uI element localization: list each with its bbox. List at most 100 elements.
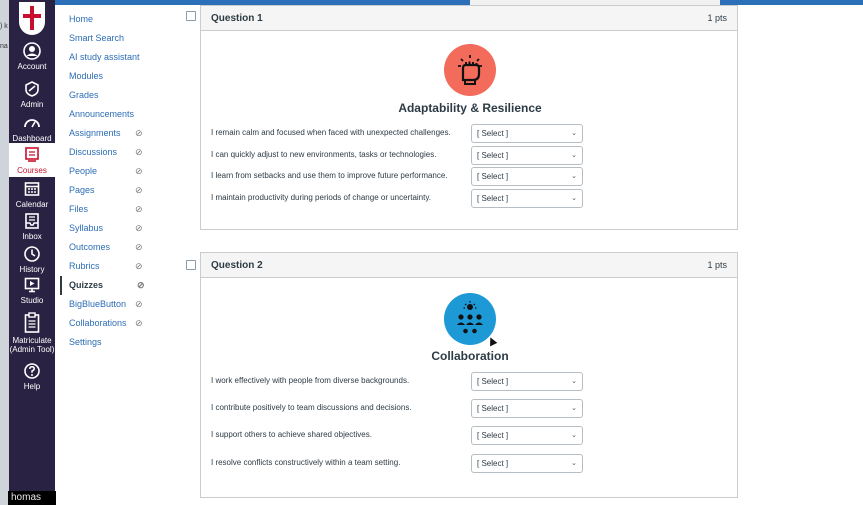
hidden-eye-icon: ⊘ (135, 223, 143, 233)
hidden-eye-icon: ⊘ (135, 147, 143, 157)
course-nav-label: Smart Search (69, 33, 125, 43)
course-nav-bigbluebutton[interactable]: BigBlueButton ⊘ (60, 295, 170, 314)
studio-icon (24, 277, 40, 293)
global-nav-matriculate[interactable]: Matriculate (Admin Tool) (9, 312, 55, 354)
global-nav-help[interactable]: Help (9, 362, 55, 391)
hidden-eye-icon: ⊘ (135, 166, 143, 176)
answer-select[interactable]: [ Select ] ⌄ (471, 189, 583, 208)
select-value: [ Select ] (477, 431, 509, 440)
course-nav-label: Announcements (69, 109, 135, 119)
course-nav-rubrics[interactable]: Rubrics ⊘ (60, 257, 170, 276)
global-nav-history[interactable]: History (9, 245, 55, 274)
select-value: [ Select ] (477, 172, 509, 181)
hidden-eye-icon: ⊘ (135, 128, 143, 138)
question-1-card: Question 1 1 pts Adaptability & Resilien… (200, 5, 738, 230)
question-1-row-3: I learn from setbacks and use them to im… (211, 167, 731, 187)
dashboard-icon (24, 119, 40, 128)
course-nav-grades[interactable]: Grades (60, 86, 170, 105)
course-nav-files[interactable]: Files ⊘ (60, 200, 170, 219)
course-nav-syllabus[interactable]: Syllabus ⊘ (60, 219, 170, 238)
course-nav-label: Home (69, 14, 94, 24)
answer-select[interactable]: [ Select ] ⌄ (471, 426, 583, 445)
course-nav-discussions[interactable]: Discussions ⊘ (60, 143, 170, 162)
question-1-row-4: I maintain productivity during periods o… (211, 189, 731, 209)
global-nav-label: Matriculate (Admin Tool) (9, 336, 55, 354)
flag-question-2[interactable] (186, 260, 196, 270)
course-nav-assignments[interactable]: Assignments ⊘ (60, 124, 170, 143)
course-nav-quizzes[interactable]: Quizzes ⊘ (60, 276, 170, 295)
question-header: Question 1 1 pts (201, 6, 737, 31)
answer-select[interactable]: [ Select ] ⌄ (471, 454, 583, 473)
course-nav-smart-search[interactable]: Smart Search (60, 29, 170, 48)
select-value: [ Select ] (477, 404, 509, 413)
courses-icon (25, 147, 39, 162)
course-nav-modules[interactable]: Modules (60, 67, 170, 86)
hidden-eye-icon: ⊘ (135, 261, 143, 271)
statement-text: I resolve conflicts constructively withi… (211, 458, 401, 467)
global-nav-dashboard[interactable]: Dashboard (9, 114, 55, 143)
course-nav-home[interactable]: Home (60, 10, 170, 29)
course-nav-label: BigBlueButton (69, 299, 127, 309)
global-nav-account[interactable]: Account (9, 42, 55, 71)
university-logo[interactable] (19, 2, 45, 35)
course-nav-label: Rubrics (69, 261, 100, 271)
flag-question-1[interactable] (186, 11, 196, 21)
answer-select[interactable]: [ Select ] ⌄ (471, 399, 583, 418)
global-nav-label: Studio (20, 296, 44, 305)
question-1-row-2: I can quickly adjust to new environments… (211, 146, 731, 166)
course-nav-settings[interactable]: Settings (60, 333, 170, 352)
course-nav-label: Collaborations (69, 318, 127, 328)
course-nav-people[interactable]: People ⊘ (60, 162, 170, 181)
chevron-down-icon: ⌄ (571, 405, 577, 412)
global-nav-inbox[interactable]: Inbox (9, 212, 55, 241)
global-navigation: Account Admin Dashboard Courses Calendar… (9, 0, 55, 505)
statement-text: I contribute positively to team discussi… (211, 403, 412, 412)
global-nav-admin[interactable]: Admin (9, 80, 55, 109)
course-nav-label: Files (69, 204, 89, 214)
global-nav-label: Calendar (15, 200, 49, 209)
chevron-down-icon: ⌄ (571, 460, 577, 467)
course-nav-label: Outcomes (69, 242, 111, 252)
taskbar-user-name: homas (8, 491, 56, 505)
global-nav-studio[interactable]: Studio (9, 276, 55, 305)
question-2-card: Question 2 1 pts Collaboration I work ef… (200, 252, 738, 498)
answer-select[interactable]: [ Select ] ⌄ (471, 146, 583, 165)
course-nav-ai-study-assistant[interactable]: AI study assistant (60, 48, 170, 67)
answer-select[interactable]: [ Select ] ⌄ (471, 124, 583, 143)
statement-text: I learn from setbacks and use them to im… (211, 171, 448, 180)
question-heading: Adaptability & Resilience (398, 101, 542, 115)
course-navigation: Home Smart Search AI study assistant Mod… (60, 10, 170, 352)
hidden-eye-icon: ⊘ (137, 280, 145, 290)
course-nav-label: Discussions (69, 147, 118, 157)
select-value: [ Select ] (477, 194, 509, 203)
hidden-eye-icon: ⊘ (135, 204, 143, 214)
question-1-row-1: I remain calm and focused when faced wit… (211, 124, 731, 144)
global-nav-calendar[interactable]: Calendar (9, 180, 55, 209)
chevron-down-icon: ⌄ (571, 432, 577, 439)
select-value: [ Select ] (477, 459, 509, 468)
background-window-text: ) k (0, 23, 8, 30)
course-nav-collaborations[interactable]: Collaborations ⊘ (60, 314, 170, 333)
course-nav-label: AI study assistant (69, 52, 140, 62)
hidden-eye-icon: ⊘ (135, 318, 143, 328)
inbox-icon (25, 213, 39, 229)
course-nav-label: Assignments (69, 128, 121, 138)
chevron-down-icon: ⌄ (571, 152, 577, 159)
global-nav-label: Dashboard (12, 134, 52, 143)
course-nav-label: Grades (69, 90, 99, 100)
global-nav-courses[interactable]: Courses (9, 143, 55, 177)
global-nav-label: History (19, 265, 45, 274)
answer-select[interactable]: [ Select ] ⌄ (471, 167, 583, 186)
history-icon (24, 246, 40, 262)
chevron-down-icon: ⌄ (571, 173, 577, 180)
statement-text: I remain calm and focused when faced wit… (211, 128, 451, 137)
raised-fist-icon (444, 44, 496, 96)
question-points: 1 pts (707, 13, 727, 23)
course-nav-label: Settings (69, 337, 102, 347)
global-nav-label: Inbox (22, 232, 42, 241)
course-nav-announcements[interactable]: Announcements (60, 105, 170, 124)
course-nav-outcomes[interactable]: Outcomes ⊘ (60, 238, 170, 257)
question-2-row-4: I resolve conflicts constructively withi… (211, 454, 731, 474)
answer-select[interactable]: [ Select ] ⌄ (471, 372, 583, 391)
course-nav-pages[interactable]: Pages ⊘ (60, 181, 170, 200)
